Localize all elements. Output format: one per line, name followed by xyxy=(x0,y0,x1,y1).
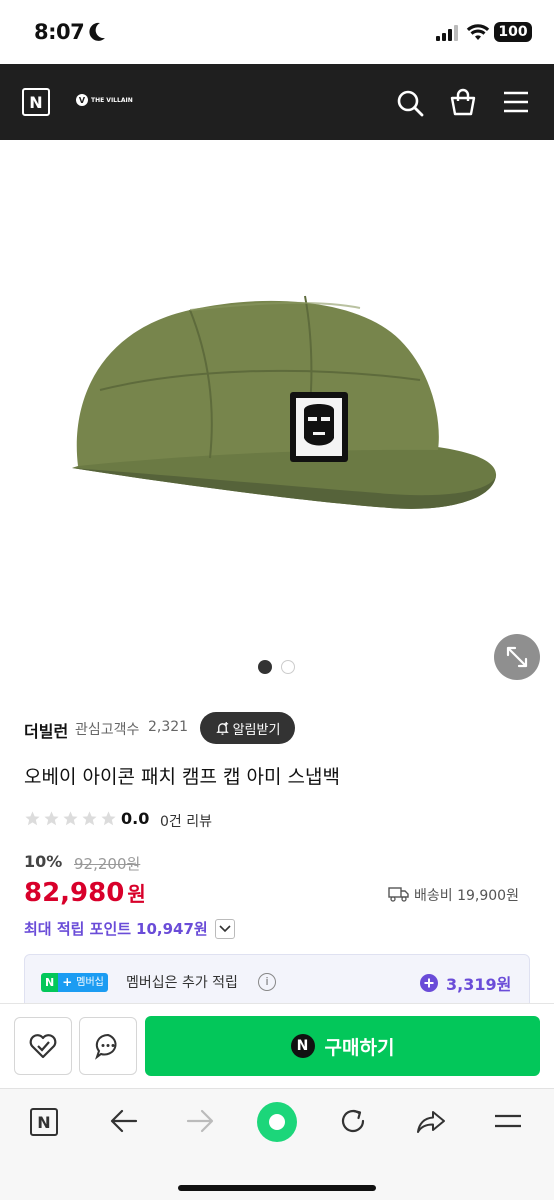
app-header: N V THE VILLAIN xyxy=(0,64,554,140)
followers-count: 2,321 xyxy=(148,719,189,735)
rating-value: 0.0 xyxy=(121,809,150,828)
plus-circle-icon xyxy=(420,974,438,992)
refresh-icon[interactable] xyxy=(339,1107,367,1135)
badge-plus: + xyxy=(58,973,77,992)
chat-button[interactable] xyxy=(79,1017,137,1075)
star-icon xyxy=(63,811,78,826)
star-icon xyxy=(25,811,40,826)
gallery-dot-active[interactable] xyxy=(258,660,272,674)
record-button[interactable] xyxy=(257,1102,297,1142)
sale-price-unit: 원 xyxy=(127,882,146,906)
buy-button-label: 구매하기 xyxy=(324,1036,395,1059)
star-icon xyxy=(44,811,59,826)
battery-icon: 100 xyxy=(494,22,532,42)
membership-badge: N + 멤버십 xyxy=(41,973,108,992)
back-arrow-icon[interactable] xyxy=(110,1109,138,1133)
bag-icon[interactable] xyxy=(450,88,476,116)
battery-level: 100 xyxy=(498,24,528,40)
truck-icon xyxy=(388,887,409,902)
shipping-fee: 배송비 19,900원 xyxy=(414,888,519,904)
sale-price-number: 82,980 xyxy=(24,878,125,908)
wishlist-button[interactable] xyxy=(14,1017,72,1075)
browser-toolbar: N xyxy=(0,1088,554,1200)
chevron-down-icon xyxy=(219,924,231,932)
membership-points: 3,319원 xyxy=(446,975,512,994)
moon-icon xyxy=(89,22,105,41)
badge-n: N xyxy=(41,973,59,992)
sale-price: 82,980 원 xyxy=(24,878,146,908)
home-logo-letter: N xyxy=(37,1112,51,1132)
bell-plus-icon xyxy=(215,721,229,735)
star-icon xyxy=(82,811,97,826)
follow-button-label: 알림받기 xyxy=(232,722,281,738)
product-gallery[interactable] xyxy=(0,140,554,690)
brand-mark: V xyxy=(76,94,88,106)
membership-description: 멤버십은 추가 적립 xyxy=(126,975,238,991)
logo-letter: N xyxy=(29,92,43,112)
expand-button[interactable] xyxy=(494,634,540,680)
expand-icon xyxy=(506,646,528,668)
home-indicator xyxy=(178,1185,376,1191)
discount-rate: 10% xyxy=(24,852,63,871)
max-points[interactable]: 최대 적립 포인트 10,947원 xyxy=(24,918,235,939)
brand-name: THE VILLAIN xyxy=(91,96,133,104)
points-expand-button[interactable] xyxy=(214,918,235,939)
rating-stars xyxy=(24,810,117,827)
store-name[interactable]: 더빌런 xyxy=(24,718,68,742)
followers-label: 관심고객수 xyxy=(75,722,140,738)
review-count-link[interactable]: 0건 리뷰 xyxy=(160,811,212,831)
chat-icon xyxy=(95,1033,117,1060)
max-points-value: 10,947원 xyxy=(136,920,208,938)
purchase-bar: N 구매하기 xyxy=(0,1003,554,1087)
record-icon xyxy=(269,1114,285,1130)
signal-icon xyxy=(436,25,458,41)
store-brand-logo[interactable]: V THE VILLAIN xyxy=(76,94,133,106)
badge-text: 멤버십 xyxy=(76,973,108,992)
status-bar: 8:07 100 xyxy=(0,0,554,64)
original-price: 92,200원 xyxy=(74,855,141,873)
status-time: 8:07 xyxy=(34,20,85,44)
naver-pay-icon: N xyxy=(290,1034,315,1058)
forward-arrow-icon[interactable] xyxy=(186,1109,214,1133)
share-icon[interactable] xyxy=(416,1109,446,1135)
heart-check-icon xyxy=(29,1034,57,1059)
menu-icon[interactable] xyxy=(503,91,529,113)
wifi-icon xyxy=(466,24,490,40)
naver-home-button[interactable]: N xyxy=(30,1108,58,1136)
follow-button[interactable]: 알림받기 xyxy=(200,712,295,744)
product-title: 오베이 아이콘 패치 캠프 캡 아미 스냅백 xyxy=(24,766,340,788)
search-icon[interactable] xyxy=(396,89,424,117)
star-icon xyxy=(101,811,116,826)
max-points-label: 최대 적립 포인트 xyxy=(24,920,132,938)
gallery-dot[interactable] xyxy=(281,660,295,674)
tabs-menu-icon[interactable] xyxy=(494,1111,522,1131)
product-image xyxy=(72,295,497,509)
naver-logo-button[interactable]: N xyxy=(22,88,50,116)
info-icon[interactable]: i xyxy=(258,973,276,991)
buy-button[interactable]: N 구매하기 xyxy=(145,1016,540,1076)
